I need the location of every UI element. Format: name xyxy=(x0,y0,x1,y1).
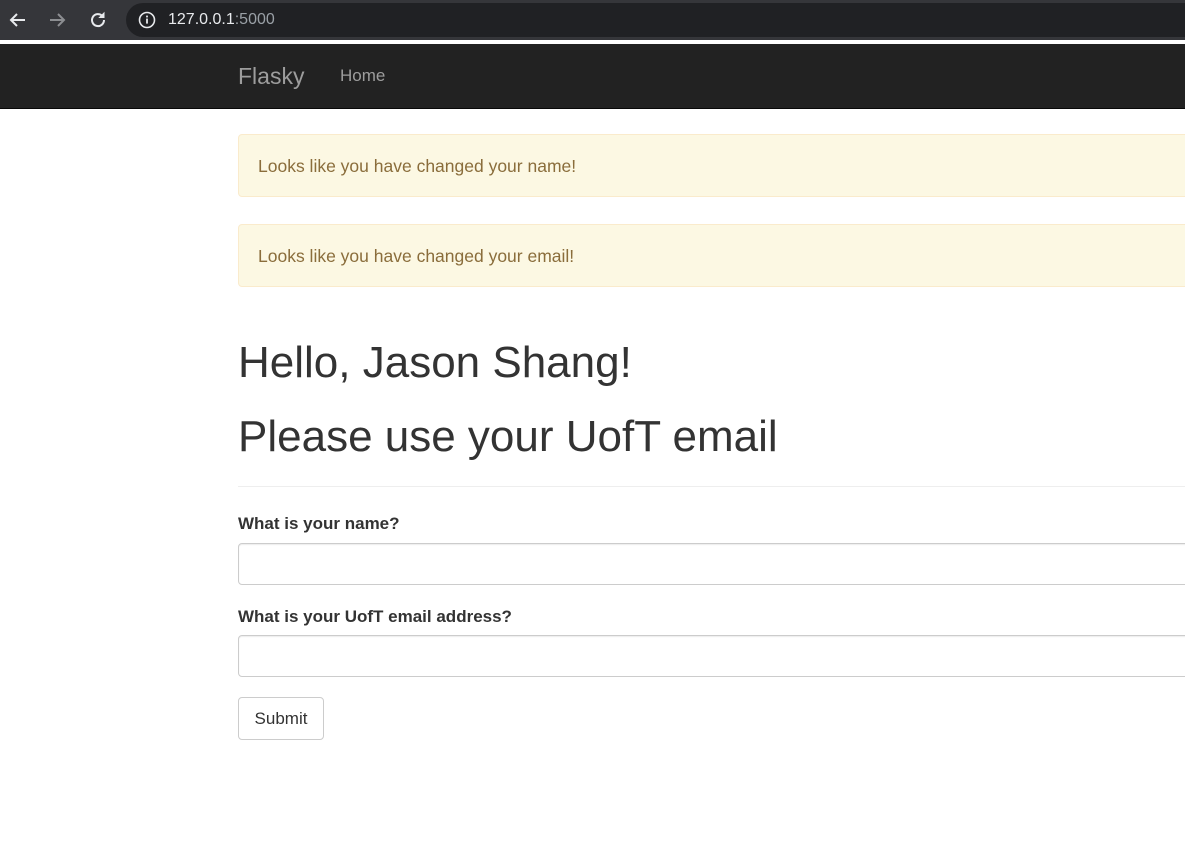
forward-button[interactable] xyxy=(43,6,71,34)
alert-message: Looks like you have changed your name! xyxy=(258,156,577,176)
nav-link-home[interactable]: Home xyxy=(340,66,385,86)
flash-alert: Looks like you have changed your email! xyxy=(238,224,1185,287)
browser-toolbar: 127.0.0.1:5000 xyxy=(0,0,1185,40)
divider xyxy=(238,486,1185,487)
notice-heading: Please use your UofT email xyxy=(238,412,778,461)
address-bar[interactable]: 127.0.0.1:5000 xyxy=(126,3,1185,37)
url-text[interactable]: 127.0.0.1:5000 xyxy=(168,11,275,29)
reload-icon xyxy=(91,11,106,28)
back-button[interactable] xyxy=(4,6,32,34)
arrow-left-icon xyxy=(9,13,25,27)
greeting-heading: Hello, Jason Shang! xyxy=(238,338,632,387)
name-input[interactable] xyxy=(238,543,1185,585)
info-icon[interactable] xyxy=(138,11,156,29)
reload-button[interactable] xyxy=(84,6,112,34)
flash-alert: Looks like you have changed your name! xyxy=(238,134,1185,197)
url-port: :5000 xyxy=(234,11,275,28)
app-navbar: Flasky Home xyxy=(0,44,1185,109)
submit-button[interactable]: Submit xyxy=(238,697,324,740)
name-label: What is your name? xyxy=(238,514,400,533)
email-label: What is your UofT email address? xyxy=(238,607,512,626)
arrow-right-icon xyxy=(50,13,66,27)
email-input[interactable] xyxy=(238,635,1185,677)
alert-message: Looks like you have changed your email! xyxy=(258,246,575,266)
brand-link[interactable]: Flasky xyxy=(238,62,304,90)
url-host: 127.0.0.1 xyxy=(168,11,235,28)
